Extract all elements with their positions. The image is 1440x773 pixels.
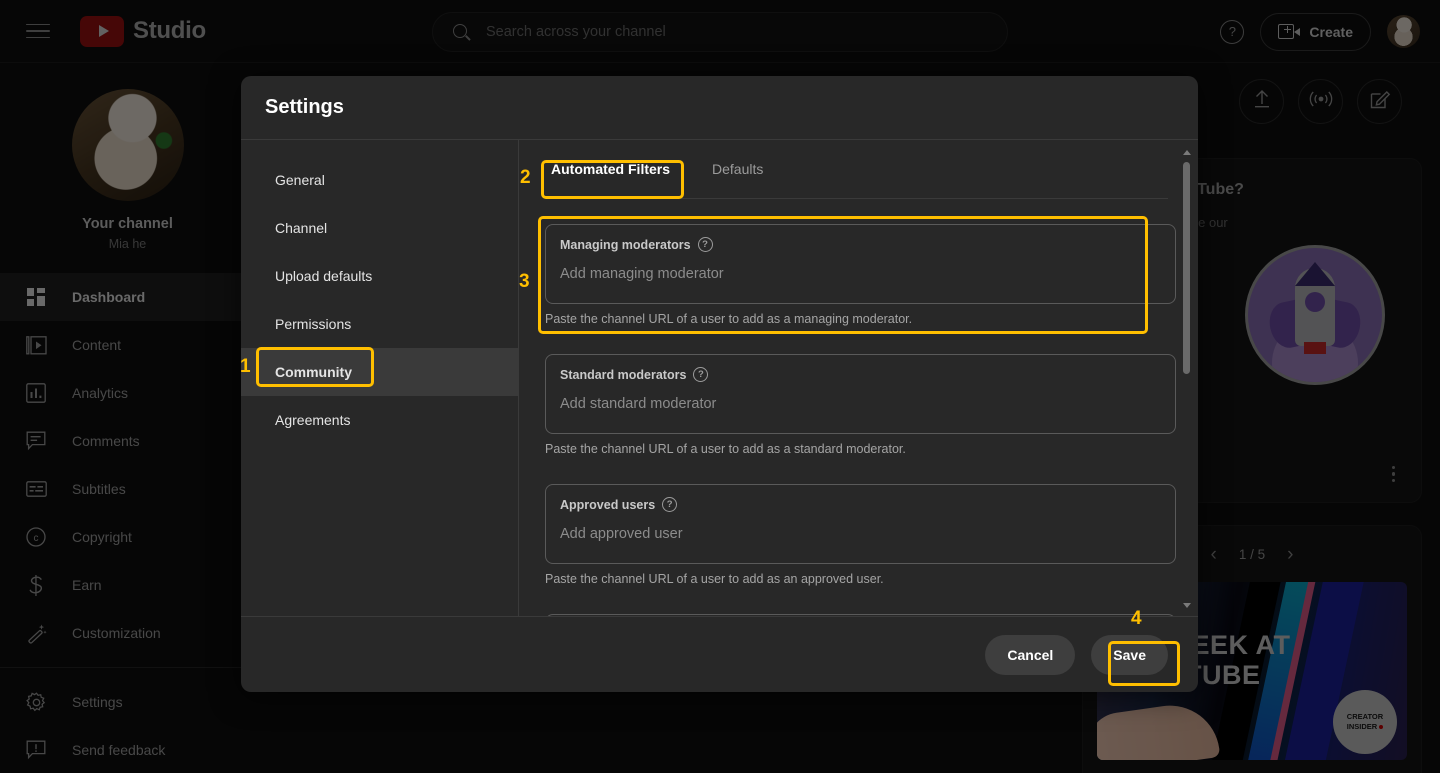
settings-nav-permissions[interactable]: Permissions — [241, 300, 518, 348]
field-label-row: Standard moderators ? — [560, 367, 1161, 382]
settings-nav-general[interactable]: General — [241, 156, 518, 204]
tab-automated-filters[interactable]: Automated Filters — [545, 140, 677, 198]
field-hint: Paste the channel URL of a user to add a… — [545, 442, 906, 456]
annotation-number-4: 4 — [1131, 608, 1142, 629]
managing-moderators-field: Managing moderators ? Add managing moder… — [545, 224, 1176, 326]
tabs-divider — [545, 198, 1168, 199]
tab-defaults[interactable]: Defaults — [706, 140, 769, 198]
annotation-number-3: 3 — [519, 271, 530, 292]
save-button[interactable]: Save — [1091, 634, 1168, 675]
dialog-body: General Channel Upload defaults Permissi… — [241, 139, 1198, 616]
dialog-title: Settings — [265, 96, 344, 118]
sidebar-item-community[interactable]: Community — [241, 348, 518, 396]
field-label: Standard moderators — [560, 367, 687, 382]
annotation-number-2: 2 — [520, 167, 531, 188]
approved-users-input[interactable]: Approved users ? Add approved user — [545, 484, 1176, 564]
dialog-footer: Cancel Save — [241, 616, 1198, 692]
scroll-up-arrow[interactable] — [1183, 150, 1191, 155]
approved-users-field: Approved users ? Add approved user Paste… — [545, 484, 1176, 586]
settings-nav-agreements[interactable]: Agreements — [241, 396, 518, 444]
standard-moderators-input[interactable]: Standard moderators ? Add standard moder… — [545, 354, 1176, 434]
field-label: Approved users — [560, 497, 656, 512]
annotation-number-1: 1 — [240, 356, 251, 377]
help-circle-icon[interactable]: ? — [662, 497, 678, 512]
settings-content: Automated Filters Defaults Managing mode… — [519, 140, 1198, 616]
managing-moderators-input[interactable]: Managing moderators ? Add managing moder… — [545, 224, 1176, 304]
standard-moderators-field: Standard moderators ? Add standard moder… — [545, 354, 1176, 456]
fields-scroll-area: Managing moderators ? Add managing moder… — [545, 202, 1176, 616]
cancel-button[interactable]: Cancel — [985, 634, 1076, 675]
field-placeholder: Add approved user — [560, 526, 683, 542]
scrollbar-thumb[interactable] — [1183, 162, 1190, 374]
field-label-row: Approved users ? — [560, 497, 1161, 512]
settings-nav-upload-defaults[interactable]: Upload defaults — [241, 252, 518, 300]
field-placeholder: Add managing moderator — [560, 266, 724, 282]
content-tabs: Automated Filters Defaults — [545, 140, 1198, 198]
field-hint: Paste the channel URL of a user to add a… — [545, 312, 913, 326]
scroll-down-arrow[interactable] — [1183, 603, 1191, 608]
field-hint: Paste the channel URL of a user to add a… — [545, 572, 884, 586]
dialog-scrollbar[interactable] — [1181, 148, 1192, 610]
settings-nav-channel[interactable]: Channel — [241, 204, 518, 252]
field-placeholder: Add standard moderator — [560, 396, 717, 412]
next-field-partial — [545, 614, 1176, 616]
next-field-input[interactable] — [545, 614, 1176, 616]
settings-dialog: Settings General Channel Upload defaults… — [241, 76, 1198, 692]
field-label: Managing moderators — [560, 237, 691, 252]
help-circle-icon[interactable]: ? — [697, 237, 713, 252]
settings-nav: General Channel Upload defaults Permissi… — [241, 140, 519, 616]
help-circle-icon[interactable]: ? — [693, 367, 709, 382]
field-label-row: Managing moderators ? — [560, 237, 1161, 252]
